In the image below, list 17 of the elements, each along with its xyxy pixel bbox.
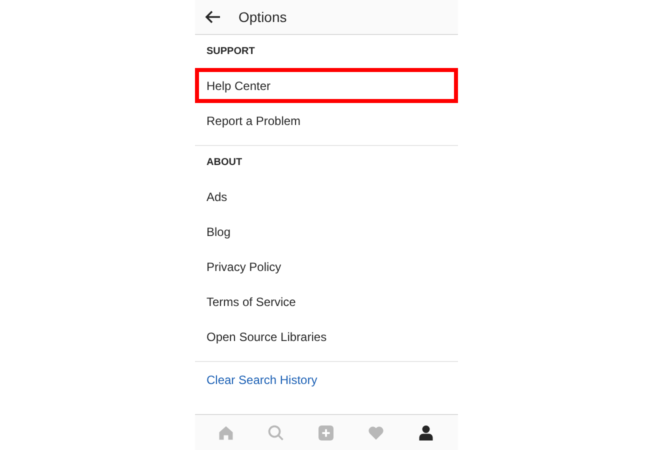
menu-item[interactable]: Blog [194,214,458,249]
section-heading: ABOUT [206,156,242,170]
section-heading: SUPPORT [206,45,255,59]
back-arrow-icon[interactable] [204,10,220,24]
menu-item[interactable]: Open Source Libraries [194,319,458,354]
menu-item[interactable]: Privacy Policy [194,249,458,284]
header-title: Options [238,8,287,27]
menu-item[interactable]: Clear Search History [194,362,458,397]
menu-item[interactable]: Report a Problem [194,103,458,138]
menu-item[interactable]: Help Center [194,68,458,103]
menu-item[interactable]: Ads [194,179,458,214]
menu-item[interactable]: Terms of Service [194,284,458,319]
home-icon[interactable] [216,424,235,442]
add-icon[interactable] [316,424,335,442]
search-icon[interactable] [266,424,285,442]
profile-icon[interactable] [417,424,436,442]
heart-icon[interactable] [367,424,386,442]
